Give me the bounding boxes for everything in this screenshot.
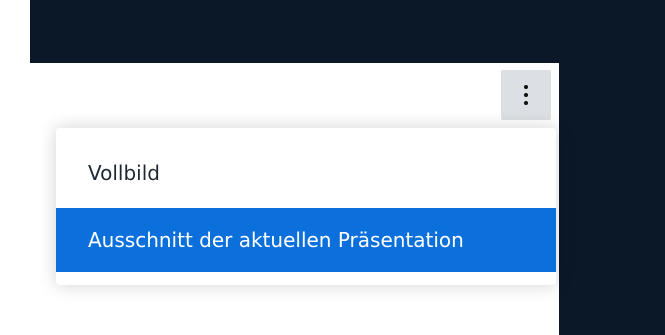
right-dark-panel: [559, 0, 665, 335]
kebab-icon: [524, 85, 528, 105]
more-options-button[interactable]: [501, 70, 551, 120]
dropdown-menu: Vollbild Ausschnitt der aktuellen Präsen…: [56, 128, 556, 285]
menu-item-label: Vollbild: [88, 161, 160, 185]
app-stage: Vollbild Ausschnitt der aktuellen Präsen…: [0, 0, 665, 335]
menu-item-vollbild[interactable]: Vollbild: [56, 146, 556, 200]
left-white-strip: [0, 0, 30, 63]
menu-item-ausschnitt[interactable]: Ausschnitt der aktuellen Präsentation: [56, 208, 556, 272]
kebab-dot: [524, 93, 528, 97]
menu-item-label: Ausschnitt der aktuellen Präsentation: [88, 228, 464, 252]
kebab-dot: [524, 85, 528, 89]
kebab-dot: [524, 101, 528, 105]
